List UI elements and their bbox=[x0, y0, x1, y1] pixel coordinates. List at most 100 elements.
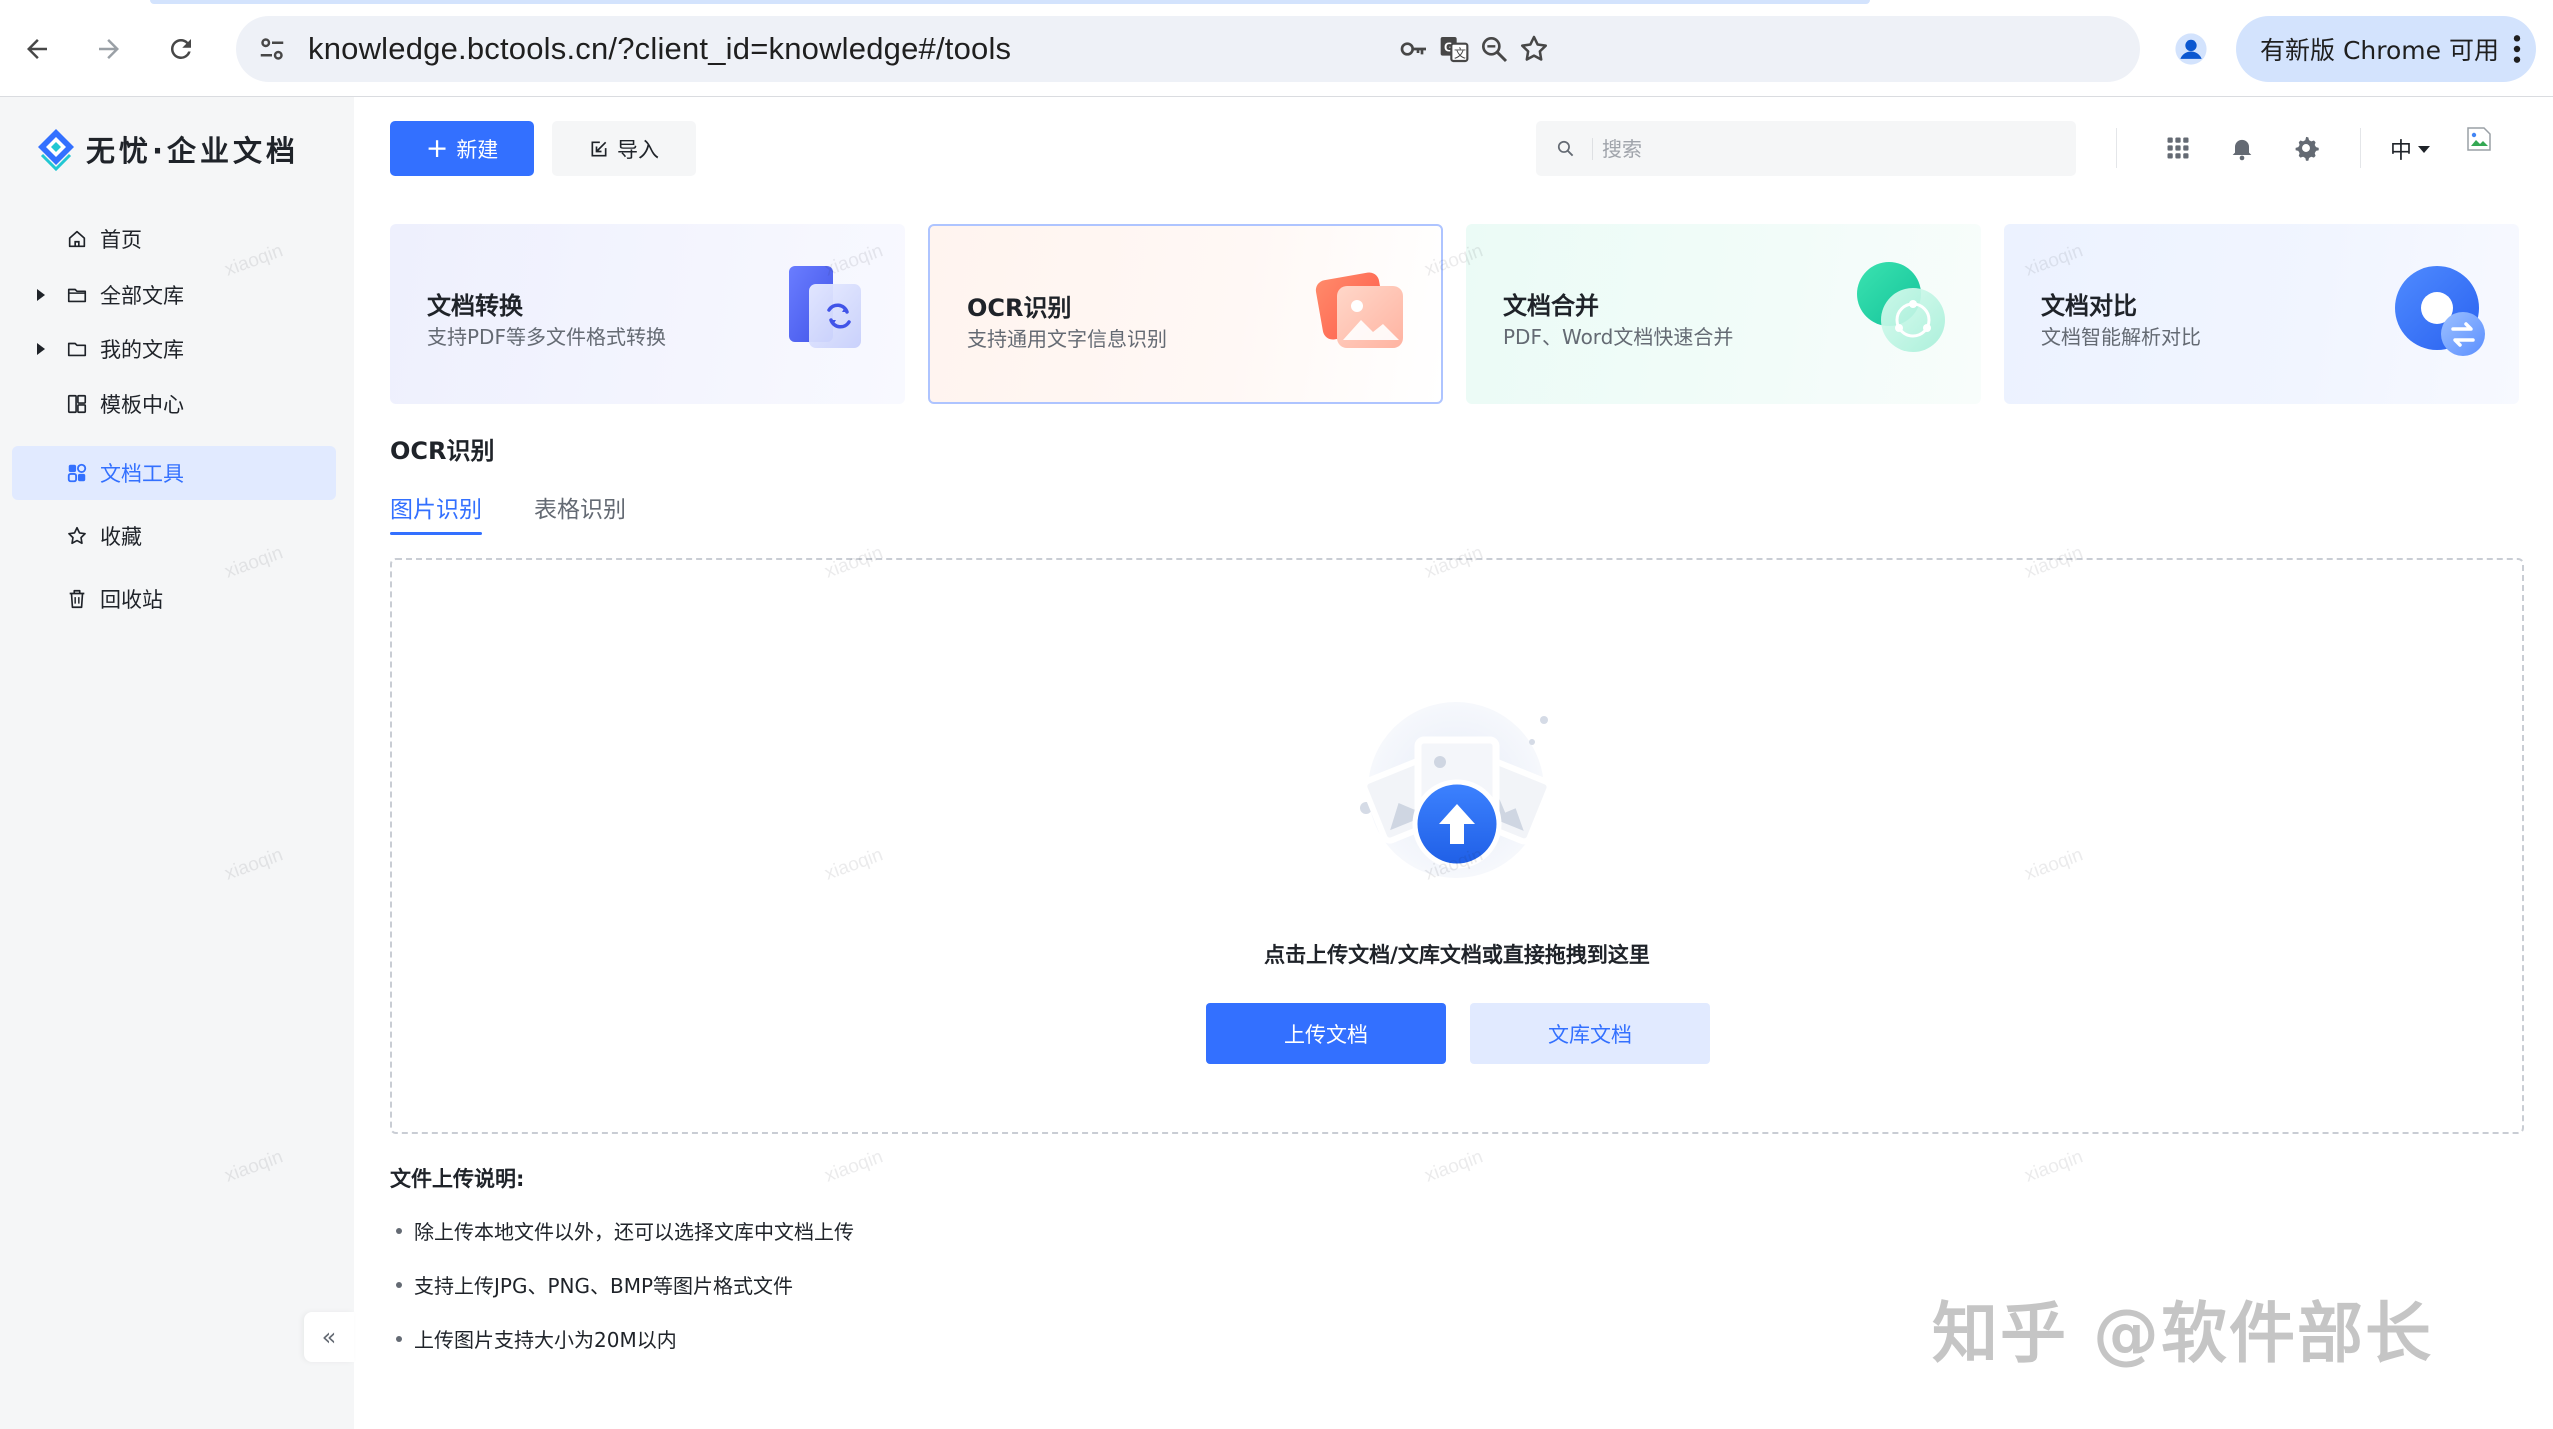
tool-card-title: 文档转换 bbox=[427, 292, 523, 320]
upload-dropzone[interactable]: 点击上传文档/文库文档或直接拖拽到这里 上传文档 文库文档 bbox=[390, 558, 2524, 1134]
watermark: xiaoqin bbox=[1422, 1146, 1486, 1187]
language-label: 中 bbox=[2390, 139, 2413, 164]
tool-card-title: OCR识别 bbox=[967, 294, 1072, 322]
toolbar-divider bbox=[2360, 128, 2361, 168]
search-divider bbox=[1592, 138, 1593, 160]
document-merge-icon bbox=[1857, 262, 1945, 352]
watermark: xiaoqin bbox=[822, 1146, 886, 1187]
tool-card-convert[interactable]: 文档转换 支持PDF等多文件格式转换 bbox=[390, 224, 905, 404]
import-icon bbox=[591, 141, 607, 156]
library-document-button[interactable]: 文库文档 bbox=[1470, 1003, 1710, 1064]
upload-note-item: 支持上传JPG、PNG、BMP等图片格式文件 bbox=[390, 1270, 793, 1299]
sidebar-item-home[interactable]: 首页 bbox=[12, 212, 336, 266]
logo-text: 无忧·企业文档 bbox=[86, 134, 300, 168]
template-icon bbox=[66, 393, 88, 415]
caret-down-icon bbox=[2418, 145, 2431, 153]
sidebar-item-recycle-bin[interactable]: 回收站 bbox=[12, 572, 336, 626]
image-ocr-icon bbox=[1315, 272, 1403, 348]
star-icon bbox=[66, 525, 88, 547]
upload-notes-title: 文件上传说明: bbox=[390, 1167, 525, 1191]
arrow-left-icon bbox=[27, 39, 47, 59]
translate-icon[interactable]: G文 bbox=[1432, 27, 1476, 71]
zoom-icon[interactable] bbox=[1472, 27, 1516, 71]
sidebar-item-templates[interactable]: 模板中心 bbox=[12, 377, 336, 431]
sidebar-item-label: 模板中心 bbox=[100, 393, 184, 417]
home-icon bbox=[66, 228, 88, 250]
apps-grid-icon[interactable] bbox=[2158, 128, 2198, 168]
sidebar-item-label: 全部文库 bbox=[100, 284, 184, 308]
tool-card-desc: 文档智能解析对比 bbox=[2041, 325, 2201, 349]
tool-card-ocr[interactable]: OCR识别 支持通用文字信息识别 bbox=[928, 224, 1443, 404]
tool-card-title: 文档对比 bbox=[2041, 292, 2137, 320]
dropzone-hint: 点击上传文档/文库文档或直接拖拽到这里 bbox=[1264, 943, 1650, 967]
upload-note-text: 支持上传JPG、PNG、BMP等图片格式文件 bbox=[414, 1274, 794, 1298]
search-box[interactable] bbox=[1536, 121, 2076, 176]
trash-icon bbox=[66, 588, 88, 610]
back-button[interactable] bbox=[12, 24, 62, 74]
language-switcher[interactable]: 中 bbox=[2390, 133, 2431, 165]
sidebar-item-doc-tools[interactable]: 文档工具 bbox=[12, 446, 336, 500]
search-input[interactable] bbox=[1602, 129, 2042, 169]
folder-icon bbox=[66, 338, 88, 360]
upload-note-text: 除上传本地文件以外，还可以选择文库中文档上传 bbox=[414, 1220, 854, 1244]
tools-icon bbox=[66, 462, 88, 484]
chrome-update-button[interactable]: 有新版 Chrome 可用 bbox=[2236, 16, 2536, 82]
corner-watermark: 知乎 @软件部长 bbox=[1932, 1295, 2433, 1372]
address-bar[interactable]: knowledge.bctools.cn/?client_id=knowledg… bbox=[236, 16, 2140, 82]
sidebar-collapse-button[interactable]: « bbox=[304, 1312, 354, 1362]
caret-right-icon[interactable] bbox=[36, 288, 46, 302]
plus-icon: + bbox=[425, 133, 449, 164]
svg-text:文: 文 bbox=[1454, 46, 1466, 61]
document-convert-icon bbox=[789, 266, 861, 348]
profile-avatar-icon[interactable] bbox=[2168, 26, 2214, 72]
watermark: xiaoqin bbox=[2022, 1146, 2086, 1187]
tool-card-desc: 支持通用文字信息识别 bbox=[967, 327, 1167, 351]
url-text[interactable]: knowledge.bctools.cn/?client_id=knowledg… bbox=[308, 31, 1011, 67]
sidebar-item-label: 我的文库 bbox=[100, 338, 184, 362]
new-button[interactable]: + 新建 bbox=[390, 121, 534, 176]
reload-icon bbox=[170, 38, 191, 59]
bookmark-star-icon[interactable] bbox=[1512, 27, 1556, 71]
upload-illustration-icon bbox=[1360, 702, 1553, 878]
forward-button[interactable] bbox=[84, 24, 134, 74]
tool-card-compare[interactable]: 文档对比 文档智能解析对比 bbox=[2004, 224, 2519, 404]
tool-card-title: 文档合并 bbox=[1503, 292, 1599, 320]
upload-note-item: 除上传本地文件以外，还可以选择文库中文档上传 bbox=[390, 1216, 854, 1245]
tab-strip-edge bbox=[150, 0, 1870, 4]
reload-button[interactable] bbox=[156, 24, 206, 74]
bullet-icon bbox=[396, 1281, 402, 1288]
document-compare-icon bbox=[2395, 266, 2485, 356]
sidebar-item-all-libraries[interactable]: 全部文库 bbox=[12, 268, 336, 322]
sidebar-item-my-library[interactable]: 我的文库 bbox=[12, 322, 336, 376]
active-tab-indicator bbox=[390, 532, 482, 535]
user-avatar[interactable] bbox=[2466, 126, 2494, 154]
upload-note-text: 上传图片支持大小为20M以内 bbox=[414, 1328, 677, 1352]
toolbar-divider bbox=[2116, 128, 2117, 168]
tool-card-merge[interactable]: 文档合并 PDF、Word文档快速合并 bbox=[1466, 224, 1981, 404]
chrome-update-label: 有新版 Chrome 可用 bbox=[2260, 36, 2499, 65]
import-button-label: 导入 bbox=[617, 137, 659, 162]
sidebar-item-label: 首页 bbox=[100, 228, 142, 252]
tab-label: 表格识别 bbox=[534, 497, 626, 523]
tool-card-desc: 支持PDF等多文件格式转换 bbox=[427, 325, 666, 349]
tab-image-recognition[interactable]: 图片识别 bbox=[390, 490, 482, 535]
more-vert-icon bbox=[2513, 35, 2521, 63]
upload-document-button[interactable]: 上传文档 bbox=[1206, 1003, 1446, 1064]
password-key-icon[interactable] bbox=[1392, 27, 1436, 71]
tab-table-recognition[interactable]: 表格识别 bbox=[534, 490, 626, 524]
sidebar: 无忧·企业文档 首页 全部文库 我的文库 模板中心 文档工具 收藏 回收站 bbox=[0, 97, 354, 1429]
app-logo[interactable]: 无忧·企业文档 bbox=[34, 127, 299, 171]
tab-label: 图片识别 bbox=[390, 497, 482, 523]
sidebar-item-label: 收藏 bbox=[100, 525, 142, 549]
sidebar-item-favorites[interactable]: 收藏 bbox=[12, 509, 336, 563]
browser-toolbar: knowledge.bctools.cn/?client_id=knowledg… bbox=[0, 0, 2553, 97]
gear-icon[interactable] bbox=[2286, 128, 2326, 168]
search-icon bbox=[1557, 140, 1574, 157]
bell-icon[interactable] bbox=[2222, 128, 2262, 168]
caret-right-icon[interactable] bbox=[36, 342, 46, 356]
import-button[interactable]: 导入 bbox=[552, 121, 696, 176]
upload-note-item: 上传图片支持大小为20M以内 bbox=[390, 1324, 677, 1353]
new-button-label: 新建 bbox=[456, 137, 499, 162]
site-info-icon[interactable] bbox=[250, 27, 294, 71]
sidebar-item-label: 文档工具 bbox=[100, 462, 184, 486]
